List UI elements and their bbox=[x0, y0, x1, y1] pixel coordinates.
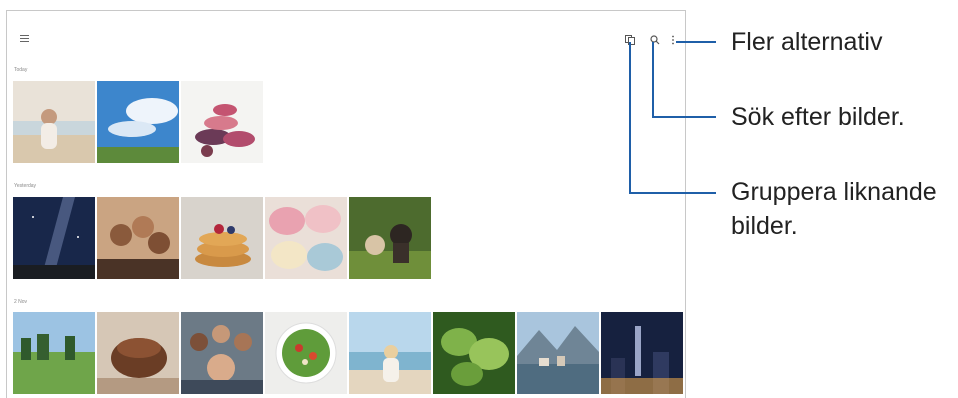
search-callout-line-vertical bbox=[652, 42, 654, 118]
puppy-kitten-photo[interactable] bbox=[349, 197, 431, 279]
mountain-lake-village-photo[interactable] bbox=[517, 312, 599, 394]
night-city-photo[interactable] bbox=[601, 312, 683, 394]
beach-child-photo[interactable] bbox=[349, 312, 431, 394]
group-selfie-photo[interactable] bbox=[97, 197, 179, 279]
group-callout-line2: bilder. bbox=[731, 212, 798, 240]
group-callout-line1: Gruppera liknande bbox=[731, 178, 937, 206]
more-options-callout-line bbox=[676, 41, 716, 43]
macaron-stack-photo[interactable] bbox=[181, 81, 263, 163]
more-options-callout: Fler alternativ bbox=[731, 28, 883, 56]
pancakes-photo[interactable] bbox=[181, 197, 263, 279]
friends-selfie-photo[interactable] bbox=[181, 312, 263, 394]
green-meadow-photo[interactable] bbox=[13, 312, 95, 394]
beach-girl-photo[interactable] bbox=[13, 81, 95, 163]
salad-bowl-photo[interactable] bbox=[265, 312, 347, 394]
section-label-yesterday: Yesterday bbox=[14, 183, 37, 189]
group-callout-line-horizontal bbox=[629, 192, 716, 194]
group-callout-line-vertical bbox=[629, 42, 631, 194]
hamburger-menu-icon[interactable] bbox=[20, 35, 29, 44]
section-label-today: Today bbox=[14, 67, 28, 73]
green-leaves-photo[interactable] bbox=[433, 312, 515, 394]
search-callout-line-horizontal bbox=[652, 116, 716, 118]
milky-way-photo[interactable] bbox=[13, 197, 95, 279]
chocolate-cake-photo[interactable] bbox=[97, 312, 179, 394]
search-callout: Sök efter bilder. bbox=[731, 103, 905, 131]
macarons-photo[interactable] bbox=[265, 197, 347, 279]
more-options-icon[interactable] bbox=[671, 35, 675, 45]
blue-sky-field-photo[interactable] bbox=[97, 81, 179, 163]
section-label-2-nov: 2 Nov bbox=[14, 299, 28, 305]
gallery-screen: Today Yesterday 2 Nov bbox=[6, 10, 686, 398]
